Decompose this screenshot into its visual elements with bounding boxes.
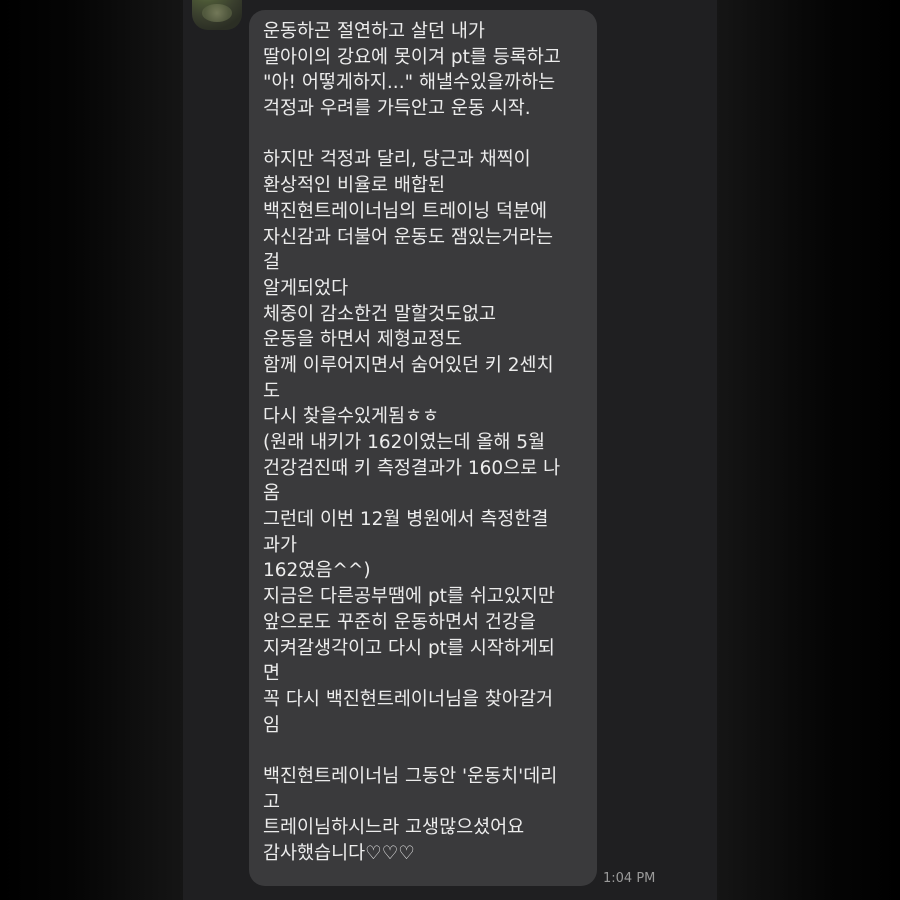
- message-line: 운동하곤 절연하고 살던 내가: [263, 21, 485, 42]
- message-line: 꼭 다시 백진현트레이너님을 찾아갈거: [263, 688, 553, 710]
- sender-avatar[interactable]: [192, 0, 242, 30]
- message-line: 운동을 하면서 제형교정도: [263, 329, 462, 351]
- message-line: [263, 122, 583, 148]
- message-line: 앞으로도 꾸준히 운동하면서 건강을: [263, 611, 536, 633]
- message-line: [263, 738, 583, 764]
- message-line: 트레이님하시느라 고생많으셨어요: [263, 817, 525, 839]
- message-line: 지금은 다른공부땜에 pt를 쉬고있지만: [263, 586, 555, 608]
- message-line: 건강검진때 키 측정결과가 160으로 나: [263, 457, 561, 479]
- message-line: 지켜갈생각이고 다시 pt를 시작하게되: [263, 637, 555, 659]
- message-line: 그런데 이번 12월 병원에서 측정한결: [263, 509, 549, 531]
- message-line: (원래 내키가 162이였는데 올해 5월: [263, 432, 546, 453]
- left-letterbox: [0, 0, 183, 900]
- sender-header: ~ ~~~~~~ ~ ~~~ ~~ ~~~~~~~ ~~~~ ~~ ~: [253, 0, 640, 7]
- message-line: 감사했습니다♡♡♡: [263, 843, 415, 864]
- right-letterbox: [717, 0, 900, 900]
- message-line: 환상적인 비율로 배합된: [263, 175, 445, 197]
- message-line: 임: [263, 714, 281, 736]
- message-line: 다시 찾을수있게됨ㅎㅎ: [263, 406, 440, 428]
- message-timestamp: 1:04 PM: [603, 871, 656, 886]
- message-line: 162였음^^): [263, 560, 371, 582]
- message-line: 딸아이의 강요에 못이겨 pt를 등록하고: [263, 46, 561, 68]
- message-line: 옴: [263, 483, 281, 505]
- message-line: 고: [263, 791, 281, 813]
- message-line: 백진현트레이너님 그동안 '운동치'데리: [263, 765, 558, 787]
- message-line: 알게되었다: [263, 277, 349, 299]
- message-line: "아! 어떻게하지..." 해낼수있을까하는: [263, 72, 556, 94]
- message-line: 자신감과 더불어 운동도 잼있는거라는: [263, 226, 553, 248]
- message-line: 백진현트레이너님의 트레이닝 덕분에: [263, 200, 548, 222]
- message-line: 면: [263, 663, 281, 685]
- chat-window[interactable]: ~ ~~~~~~ ~ ~~~ ~~ ~~~~~~~ ~~~~ ~~ ~ 운동하곤…: [183, 0, 717, 900]
- message-line: 걱정과 우려를 가득안고 운동 시작.: [263, 98, 531, 120]
- message-line: 체중이 감소한건 말할것도없고: [263, 303, 497, 325]
- message-line: 하지만 걱정과 달리, 당근과 채찍이: [263, 149, 531, 171]
- message-line: 함께 이루어지면서 숨어있던 키 2센치: [263, 354, 554, 376]
- message-line: 도: [263, 380, 281, 402]
- message-bubble[interactable]: 운동하곤 절연하고 살던 내가 딸아이의 강요에 못이겨 pt를 등록하고 "아…: [249, 10, 597, 886]
- message-line: 걸: [263, 252, 281, 274]
- message-line: 과가: [263, 534, 298, 556]
